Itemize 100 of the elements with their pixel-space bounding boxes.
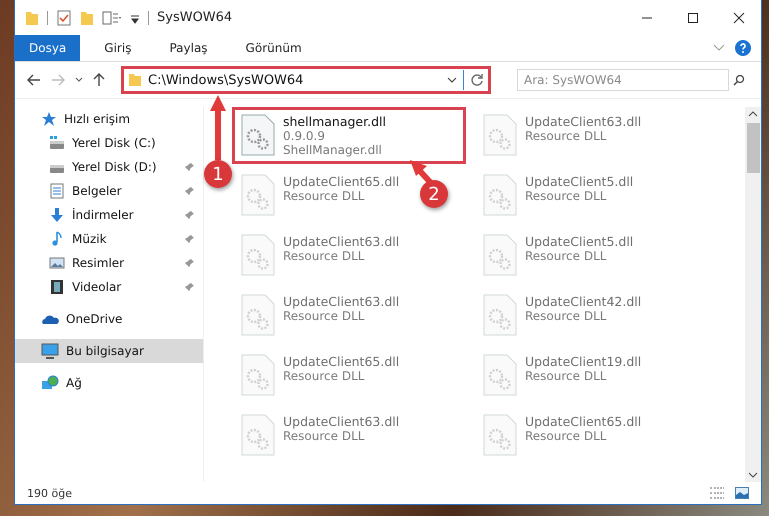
download-arrow-icon xyxy=(49,207,65,223)
file-detail: Resource DLL xyxy=(283,429,366,443)
back-arrow-icon[interactable] xyxy=(27,74,41,86)
network-globe-icon xyxy=(41,375,59,391)
file-detail: Resource DLL xyxy=(525,429,608,443)
expand-ribbon-icon[interactable] xyxy=(713,44,725,52)
file-item[interactable]: UpdateClient63.dll Resource DLL xyxy=(474,107,650,163)
computer-monitor-icon xyxy=(41,343,59,359)
dll-file-gear-icon xyxy=(483,234,517,276)
dll-file-gear-icon xyxy=(483,174,517,216)
pin-icon[interactable] xyxy=(185,186,195,196)
file-name: UpdateClient19.dll xyxy=(525,354,642,369)
file-name: UpdateClient5.dll xyxy=(525,174,634,189)
file-item[interactable]: UpdateClient19.dll Resource DLL xyxy=(474,347,650,403)
address-path: C:\Windows\SysWOW64 xyxy=(148,72,304,88)
file-item[interactable]: UpdateClient63.dll Resource DLL xyxy=(232,227,408,283)
dll-file-gear-icon xyxy=(483,294,517,336)
ribbon-tab[interactable]: Paylaş xyxy=(155,35,222,61)
file-detail: Resource DLL xyxy=(283,249,366,263)
item-count: 190 öğe xyxy=(27,486,72,500)
pin-icon[interactable] xyxy=(185,258,195,268)
dll-file-gear-icon xyxy=(241,354,275,396)
nav-item[interactable]: Yerel Disk (C:) xyxy=(15,131,203,155)
file-detail: Resource DLL xyxy=(525,369,608,383)
nav-item[interactable]: Resimler xyxy=(15,251,203,275)
nav-item[interactable]: Bu bilgisayar xyxy=(15,339,203,363)
file-item[interactable]: UpdateClient63.dll Resource DLL xyxy=(232,407,408,463)
file-item[interactable]: UpdateClient5.dll Resource DLL xyxy=(474,227,642,283)
nav-item[interactable]: Müzik xyxy=(15,227,203,251)
dll-file-gear-icon xyxy=(483,414,517,456)
nav-item[interactable]: Belgeler xyxy=(15,179,203,203)
nav-item[interactable]: OneDrive xyxy=(15,307,203,331)
file-name: UpdateClient65.dll xyxy=(525,414,642,429)
file-name: UpdateClient42.dll xyxy=(525,294,642,309)
nav-item[interactable]: Hızlı erişim xyxy=(15,107,203,131)
search-field[interactable]: Ara: SysWOW64 xyxy=(517,69,729,91)
ribbon-tab[interactable]: Görünüm xyxy=(232,35,316,61)
file-item[interactable]: UpdateClient63.dll Resource DLL xyxy=(232,287,408,343)
file-name: UpdateClient5.dll xyxy=(525,234,634,249)
folder-icon xyxy=(128,73,142,87)
dll-file-gear-icon xyxy=(241,414,275,456)
nav-item[interactable]: Yerel Disk (D:) xyxy=(15,155,203,179)
scroll-up-icon[interactable] xyxy=(748,111,758,117)
recent-locations-caret-icon[interactable] xyxy=(75,77,83,83)
properties-icon[interactable] xyxy=(56,10,72,26)
drive-icon xyxy=(49,135,65,151)
window-title: SysWOW64 xyxy=(157,10,232,25)
pin-icon[interactable] xyxy=(185,210,195,220)
file-name: UpdateClient65.dll xyxy=(283,174,400,189)
file-detail: 0.9.0.9 xyxy=(283,129,326,143)
film-icon xyxy=(49,279,65,295)
file-item[interactable]: shellmanager.dll 0.9.0.9 ShellManager.dll xyxy=(232,107,466,164)
scroll-down-icon[interactable] xyxy=(748,472,758,478)
file-item[interactable]: UpdateClient65.dll Resource DLL xyxy=(232,347,408,403)
ribbon-tab[interactable]: Dosya xyxy=(15,35,80,61)
large-icons-view-icon[interactable] xyxy=(735,487,749,499)
file-item[interactable]: UpdateClient65.dll Resource DLL xyxy=(474,407,650,463)
search-icon xyxy=(733,74,745,86)
close-icon[interactable] xyxy=(733,12,745,24)
dll-file-gear-icon xyxy=(241,294,275,336)
dll-file-gear-icon xyxy=(241,114,275,156)
file-name: UpdateClient65.dll xyxy=(283,354,400,369)
file-detail: Resource DLL xyxy=(525,129,608,143)
file-detail: Resource DLL xyxy=(283,189,366,203)
dll-file-gear-icon xyxy=(241,234,275,276)
nav-item[interactable]: Ağ xyxy=(15,371,203,395)
star-icon xyxy=(41,111,57,127)
file-detail: Resource DLL xyxy=(525,309,608,323)
file-item[interactable]: UpdateClient5.dll Resource DLL xyxy=(474,167,642,223)
nav-item[interactable]: İndirmeler xyxy=(15,203,203,227)
scrollbar-thumb[interactable] xyxy=(746,123,760,173)
file-detail: Resource DLL xyxy=(283,309,366,323)
help-icon[interactable] xyxy=(735,40,751,56)
file-name: UpdateClient63.dll xyxy=(283,414,400,429)
folder-icon xyxy=(25,10,39,26)
up-arrow-icon[interactable] xyxy=(93,73,105,87)
view-list-icon[interactable] xyxy=(102,10,122,26)
file-item[interactable]: UpdateClient42.dll Resource DLL xyxy=(474,287,650,343)
cloud-icon xyxy=(41,313,59,325)
document-icon xyxy=(49,183,65,199)
file-detail: Resource DLL xyxy=(525,189,608,203)
file-name: UpdateClient63.dll xyxy=(525,114,642,129)
details-view-icon[interactable] xyxy=(709,487,725,499)
picture-icon xyxy=(49,255,65,271)
ribbon-tab[interactable]: Giriş xyxy=(90,35,146,61)
scrollbar[interactable] xyxy=(745,107,761,482)
dropdown-caret-icon[interactable] xyxy=(447,77,457,83)
dll-file-gear-icon xyxy=(241,174,275,216)
pin-icon[interactable] xyxy=(185,234,195,244)
nav-item[interactable]: Videolar xyxy=(15,275,203,299)
file-name: UpdateClient63.dll xyxy=(283,294,400,309)
callout-arrow xyxy=(410,160,432,184)
file-detail: Resource DLL xyxy=(283,369,366,383)
pin-icon[interactable] xyxy=(185,282,195,292)
maximize-icon[interactable] xyxy=(687,12,699,24)
address-bar[interactable]: C:\Windows\SysWOW64 xyxy=(121,66,491,94)
file-item[interactable]: UpdateClient65.dll Resource DLL xyxy=(232,167,408,223)
pin-icon[interactable] xyxy=(185,162,195,172)
refresh-icon[interactable] xyxy=(470,73,484,87)
file-detail: ShellManager.dll xyxy=(283,143,383,157)
